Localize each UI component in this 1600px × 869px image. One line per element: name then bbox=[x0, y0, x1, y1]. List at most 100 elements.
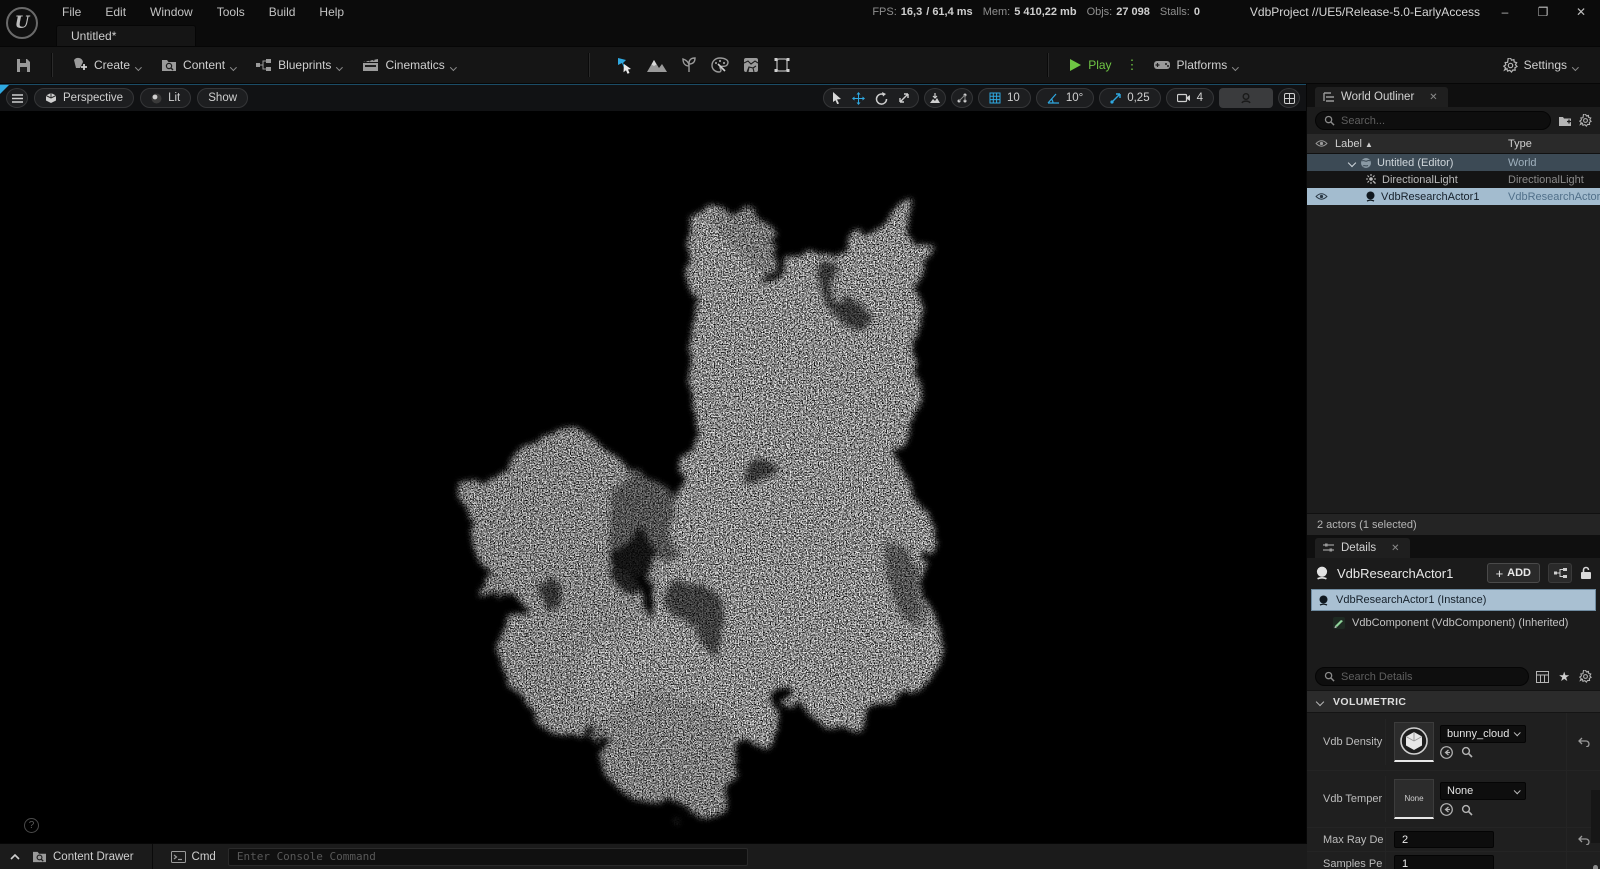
landscape-mode-icon[interactable] bbox=[646, 56, 667, 74]
surface-snapping-button[interactable] bbox=[924, 88, 947, 108]
vertex-snapping-button[interactable] bbox=[951, 88, 974, 108]
collapse-drawer-chevron-icon[interactable] bbox=[10, 853, 20, 860]
directionallight-row-label: DirectionalLight bbox=[1382, 173, 1458, 186]
level-tab-untitled[interactable]: Untitled* bbox=[56, 25, 196, 46]
favorites-star-icon[interactable]: ★ bbox=[1558, 669, 1570, 685]
visibility-column-eye-icon[interactable] bbox=[1307, 139, 1335, 148]
fps-label: FPS: bbox=[872, 6, 897, 18]
directional-light-icon bbox=[1365, 173, 1377, 186]
content-button[interactable]: Content bbox=[153, 53, 246, 77]
samples-input[interactable]: 1 bbox=[1394, 855, 1494, 869]
menu-window[interactable]: Window bbox=[138, 1, 205, 23]
browse-asset-icon[interactable] bbox=[1461, 746, 1473, 758]
vdb-density-reset[interactable] bbox=[1566, 713, 1600, 770]
label-column-header[interactable]: Label ▲ bbox=[1335, 138, 1508, 150]
foliage-mode-icon[interactable] bbox=[681, 56, 697, 74]
cinematics-button[interactable]: Cinematics bbox=[354, 53, 465, 77]
add-component-button[interactable]: + ADD bbox=[1486, 563, 1540, 583]
browse-asset-icon[interactable] bbox=[1461, 804, 1473, 816]
lock-icon[interactable] bbox=[1580, 566, 1592, 580]
outliner-row-directionallight[interactable]: DirectionalLight DirectionalLight bbox=[1307, 171, 1600, 188]
viewport-help-button[interactable]: ? bbox=[24, 818, 39, 833]
details-scroll-track[interactable] bbox=[1591, 790, 1600, 843]
new-folder-icon[interactable] bbox=[1558, 115, 1572, 127]
max-ray-depth-input[interactable]: 2 bbox=[1394, 831, 1494, 848]
details-search-box[interactable] bbox=[1315, 667, 1530, 686]
save-button[interactable] bbox=[8, 53, 39, 78]
section-volumetric[interactable]: VOLUMETRIC bbox=[1307, 690, 1600, 713]
outliner-row-world[interactable]: Untitled (Editor) World bbox=[1307, 154, 1600, 171]
row-visibility-eye-icon[interactable] bbox=[1307, 192, 1335, 201]
edit-blueprint-button[interactable] bbox=[1548, 563, 1572, 583]
unreal-logo: U bbox=[0, 0, 44, 46]
vdb-temperature-thumbnail[interactable]: None bbox=[1394, 779, 1434, 819]
viewport-options-button[interactable] bbox=[6, 88, 28, 108]
details-instance-row[interactable]: VdbResearchActor1 (Instance) bbox=[1311, 589, 1596, 611]
console-command-box[interactable] bbox=[227, 847, 748, 866]
console-command-input[interactable] bbox=[236, 850, 739, 863]
menu-help[interactable]: Help bbox=[307, 1, 356, 23]
details-search-input[interactable] bbox=[1341, 670, 1521, 683]
vdb-density-thumbnail[interactable] bbox=[1394, 721, 1434, 762]
select-mode-icon[interactable] bbox=[615, 56, 633, 74]
menu-tools[interactable]: Tools bbox=[205, 1, 257, 23]
menu-file[interactable]: File bbox=[50, 1, 93, 23]
objs-value: 27 098 bbox=[1116, 6, 1150, 18]
maximize-button[interactable]: ❐ bbox=[1524, 0, 1562, 24]
mesh-paint-mode-icon[interactable] bbox=[711, 56, 729, 74]
tab-details[interactable]: Details ✕ bbox=[1315, 538, 1410, 558]
settings-button[interactable]: Settings bbox=[1495, 53, 1588, 78]
title-bar: U File Edit Window Tools Build Help FPS:… bbox=[0, 0, 1600, 39]
platforms-button[interactable]: Platforms bbox=[1145, 53, 1249, 77]
settings-gear-icon bbox=[1502, 57, 1518, 73]
details-component-row[interactable]: VdbComponent (VdbComponent) (Inherited) bbox=[1307, 611, 1600, 635]
level-viewport[interactable]: Perspective Lit Show 10 10° 0,25 4 ? bbox=[0, 84, 1306, 843]
grid-snap-control[interactable]: 10 bbox=[978, 88, 1031, 108]
outliner-search-input[interactable] bbox=[1341, 114, 1542, 127]
viewport-screenshot-button[interactable] bbox=[1219, 88, 1273, 108]
details-scrollbar[interactable] bbox=[1593, 865, 1598, 869]
maximize-viewport-button[interactable] bbox=[1278, 88, 1300, 108]
menu-edit[interactable]: Edit bbox=[93, 1, 138, 23]
scale-tool-icon[interactable] bbox=[898, 92, 910, 104]
create-button[interactable]: Create bbox=[64, 52, 151, 78]
details-tab-row: Details ✕ bbox=[1307, 535, 1600, 558]
play-options-button[interactable]: ⋮ bbox=[1122, 57, 1143, 73]
blueprints-button[interactable]: Blueprints bbox=[248, 53, 352, 77]
select-tool-icon[interactable] bbox=[832, 92, 842, 104]
viewport-canvas[interactable]: ? bbox=[0, 111, 1306, 843]
use-selected-asset-icon[interactable] bbox=[1440, 803, 1453, 816]
outliner-row-vdbresearchactor[interactable]: VdbResearchActor1 VdbResearchActor1 bbox=[1307, 188, 1600, 205]
content-drawer-button[interactable]: Content Drawer bbox=[28, 848, 138, 865]
rotation-snap-control[interactable]: 10° bbox=[1035, 88, 1095, 108]
perspective-dropdown[interactable]: Perspective bbox=[34, 88, 135, 108]
details-close-icon[interactable]: ✕ bbox=[1391, 543, 1399, 554]
vdb-density-asset-dropdown[interactable]: bunny_cloud bbox=[1440, 724, 1526, 743]
outliner-search-box[interactable] bbox=[1315, 111, 1551, 130]
vdb-temperature-asset-dropdown[interactable]: None bbox=[1440, 782, 1526, 800]
play-button[interactable]: Play bbox=[1060, 53, 1119, 77]
minimize-button[interactable]: – bbox=[1486, 0, 1524, 24]
menu-build[interactable]: Build bbox=[257, 1, 308, 23]
type-column-header[interactable]: Type bbox=[1508, 138, 1600, 150]
use-selected-asset-icon[interactable] bbox=[1440, 745, 1453, 759]
outliner-settings-gear-icon[interactable] bbox=[1579, 114, 1592, 127]
tab-world-outliner[interactable]: World Outliner ✕ bbox=[1315, 87, 1448, 107]
outliner-close-icon[interactable]: ✕ bbox=[1429, 92, 1437, 103]
details-settings-gear-icon[interactable] bbox=[1579, 670, 1592, 683]
performance-stats: FPS: 16,3 / 61,4 ms Mem: 5 410,22 mb Obj… bbox=[872, 0, 1200, 24]
display-filter-icon[interactable] bbox=[1536, 670, 1550, 683]
brush-edit-mode-icon[interactable] bbox=[773, 56, 791, 74]
fracture-mode-icon[interactable] bbox=[743, 56, 759, 74]
rotate-tool-icon[interactable] bbox=[875, 91, 888, 105]
lit-dropdown[interactable]: Lit bbox=[140, 88, 192, 108]
cmd-button[interactable]: Cmd bbox=[167, 849, 220, 865]
angle-snap-icon bbox=[1047, 93, 1060, 104]
expand-chevron-icon[interactable] bbox=[1347, 158, 1357, 167]
outliner-icon bbox=[1323, 92, 1334, 102]
camera-speed-control[interactable]: 4 bbox=[1165, 88, 1214, 108]
scale-snap-control[interactable]: 0,25 bbox=[1099, 88, 1161, 108]
show-dropdown[interactable]: Show bbox=[197, 88, 249, 108]
close-button[interactable]: ✕ bbox=[1562, 0, 1600, 24]
move-tool-icon[interactable] bbox=[852, 91, 866, 105]
